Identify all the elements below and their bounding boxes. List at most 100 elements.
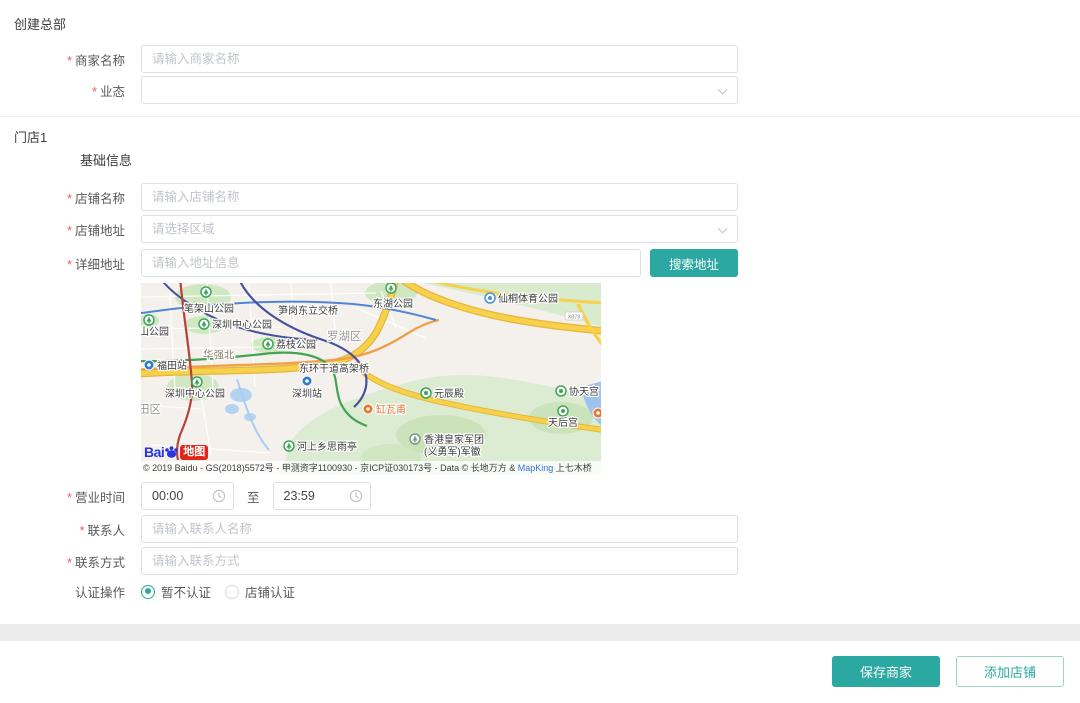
- form-panel: 创建总部 *商家名称 *业态 门店1 基础信息 *店铺名称 *店铺地址: [0, 0, 1080, 624]
- baidu-logo: Bai 地图: [144, 443, 208, 461]
- contact-method-label: *联系方式: [0, 552, 125, 571]
- auth-action-row: 认证操作 暂不认证 店铺认证: [0, 582, 309, 601]
- attribution-text: © 2019 Baidu - GS(2018)5572号 - 甲测资字11009…: [143, 463, 518, 473]
- park-poi-icon: [144, 315, 154, 325]
- hours-separator: 至: [247, 487, 260, 506]
- contact-person-label: *联系人: [0, 520, 125, 539]
- required-mark: *: [67, 491, 72, 505]
- business-type-select-input[interactable]: [141, 76, 738, 104]
- search-address-button[interactable]: 搜索地址: [650, 249, 738, 277]
- radio-no-auth-label: 暂不认证: [161, 582, 211, 601]
- temple-poi-icon: [556, 386, 566, 396]
- section-divider: [0, 116, 1080, 117]
- map-label: 东环干道高架桥: [299, 362, 369, 375]
- park-poi-icon: [263, 339, 273, 349]
- map-label: 深圳中心公园: [165, 387, 225, 400]
- attribution-extra: 上七木桥: [553, 463, 592, 473]
- business-type-label: *业态: [0, 81, 125, 100]
- road-badge-label: X878: [568, 314, 581, 320]
- contact-person-input[interactable]: [141, 515, 738, 543]
- business-hours-start: [141, 482, 234, 510]
- map-label: 深圳站: [292, 387, 322, 400]
- detail-address-input[interactable]: [141, 249, 641, 277]
- park-poi-icon: [284, 441, 294, 451]
- store-name-input[interactable]: [141, 183, 738, 211]
- add-store-button[interactable]: 添加店铺: [956, 656, 1064, 687]
- food-poi-icon: [593, 408, 601, 418]
- map-label: 福田站: [157, 359, 187, 372]
- radio-no-auth[interactable]: 暂不认证: [141, 582, 211, 601]
- business-hours-label: *营业时间: [0, 487, 125, 506]
- park-poi-icon: [201, 287, 211, 297]
- metro-poi-icon: [144, 360, 154, 370]
- baidu-paw-icon: [164, 445, 179, 459]
- metro-poi-icon: [302, 376, 312, 386]
- store-name-label: *店铺名称: [0, 188, 125, 207]
- map-label: (义勇军)军徽: [424, 445, 481, 458]
- sport-poi-icon: [485, 293, 495, 303]
- required-mark: *: [67, 556, 72, 570]
- map-label: 华强北: [203, 348, 235, 361]
- baidu-logo-text: Bai: [144, 444, 164, 460]
- save-merchant-button[interactable]: 保存商家: [832, 656, 940, 687]
- park-poi-icon: [192, 377, 202, 387]
- radio-store-auth-label: 店铺认证: [245, 582, 295, 601]
- business-type-select[interactable]: [141, 76, 738, 104]
- detail-address-label: *详细地址: [0, 254, 125, 273]
- store-address-select[interactable]: [141, 215, 738, 243]
- required-mark: *: [67, 224, 72, 238]
- contact-person-row: *联系人: [0, 515, 738, 543]
- store-address-label: *店铺地址: [0, 220, 125, 239]
- contact-method-row: *联系方式: [0, 547, 738, 575]
- radio-store-auth[interactable]: 店铺认证: [225, 582, 295, 601]
- landmark-poi-icon: [410, 434, 420, 444]
- food-poi-icon: [363, 404, 373, 414]
- required-mark: *: [92, 85, 97, 99]
- park-poi-icon: [199, 319, 209, 329]
- map-label: 天后宫: [548, 416, 578, 429]
- section-subtitle-basic-info: 基础信息: [80, 150, 132, 169]
- map-canvas: 笔架山公园深圳中心公园山公园荔枝公园东湖公园仙桐体育公园罗湖区华强北福田站笋岗东…: [141, 283, 601, 475]
- detail-address-row: *详细地址: [0, 249, 641, 277]
- map-label: 笋岗东立交桥: [278, 304, 338, 317]
- map-label: 荔枝公园: [276, 338, 316, 351]
- mapking-link[interactable]: MapKing: [518, 463, 554, 473]
- map-label: 山公园: [141, 326, 169, 338]
- store-address-select-input[interactable]: [141, 215, 738, 243]
- store-name-row: *店铺名称: [0, 183, 738, 211]
- auth-action-label: 认证操作: [0, 582, 125, 601]
- map-label: 深圳中心公园: [212, 318, 272, 331]
- map-label: 仙桐体育公园: [498, 292, 558, 305]
- map-label: 田区: [141, 404, 161, 416]
- radio-selected-icon[interactable]: [141, 585, 155, 599]
- park-poi-icon: [386, 283, 396, 293]
- map-label: 东湖公园: [373, 297, 413, 310]
- clock-icon[interactable]: [349, 489, 363, 503]
- map-label: 香港皇家军团: [424, 433, 484, 446]
- required-mark: *: [67, 54, 72, 68]
- map-label: 笔架山公园: [184, 302, 234, 315]
- map-label: 河上乡思雨亭: [297, 440, 357, 453]
- temple-poi-icon: [421, 388, 431, 398]
- map-label: 缸瓦甫: [376, 403, 406, 416]
- clock-icon[interactable]: [212, 489, 226, 503]
- section-title-store: 门店1: [14, 127, 47, 146]
- map-label: 元辰殿: [434, 388, 464, 400]
- merchant-name-row: *商家名称: [0, 45, 738, 73]
- business-hours-row: *营业时间 至: [0, 482, 371, 510]
- merchant-name-label: *商家名称: [0, 50, 125, 69]
- business-hours-end: [273, 482, 371, 510]
- required-mark: *: [67, 258, 72, 272]
- required-mark: *: [80, 524, 85, 538]
- map-attribution: © 2019 Baidu - GS(2018)5572号 - 甲测资字11009…: [141, 461, 601, 475]
- business-type-row: *业态: [0, 76, 738, 104]
- create-merchant-page: 创建总部 *商家名称 *业态 门店1 基础信息 *店铺名称 *店铺地址: [0, 0, 1080, 703]
- baidu-map[interactable]: 笔架山公园深圳中心公园山公园荔枝公园东湖公园仙桐体育公园罗湖区华强北福田站笋岗东…: [141, 283, 601, 475]
- section-title-hq: 创建总部: [14, 14, 66, 33]
- merchant-name-input[interactable]: [141, 45, 738, 73]
- map-label: 罗湖区: [327, 329, 362, 343]
- baidu-logo-map-text: 地图: [180, 445, 208, 460]
- contact-method-input[interactable]: [141, 547, 738, 575]
- store-address-row: *店铺地址: [0, 215, 738, 243]
- radio-unselected-icon[interactable]: [225, 585, 239, 599]
